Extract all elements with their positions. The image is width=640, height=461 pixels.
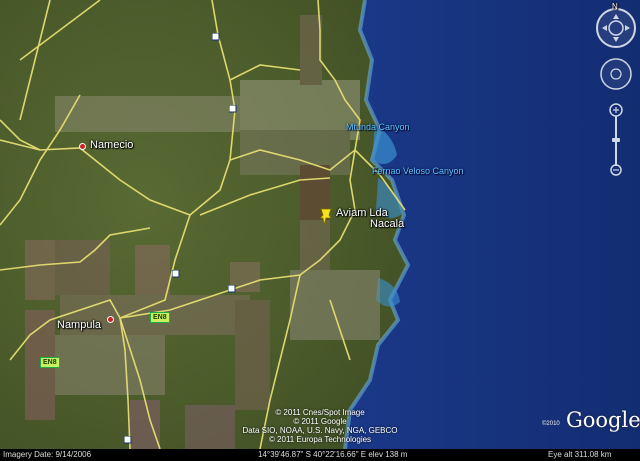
copyright-line-2: © 2011 Google [293,417,347,426]
namecio-label[interactable]: Namecio [90,139,133,151]
google-logo: Google [566,408,640,432]
nacala-label[interactable]: Nacala [370,218,404,230]
route-marker-icon [172,270,180,278]
road-shield-en8-a: EN8 [150,312,170,323]
map-view[interactable]: Namecio Nampula Mtunda Canyon Fernao Vel… [0,0,640,461]
canyon-label-2[interactable]: Fernao Veloso Canyon [372,166,464,176]
route-marker-icon [229,105,237,113]
pan-ring-icon[interactable] [600,58,632,90]
eye-altitude: Eye alt 311.08 km [548,450,612,459]
pointer-coordinates: 14°39'46.87" S 40°22'16.66" E elev 138 m [258,450,408,459]
copyright-line-1: © 2011 Cnes/Spot Image [275,408,365,417]
map-imagery [0,0,640,461]
north-indicator: N [612,2,618,11]
imagery-date: Imagery Date: 9/14/2006 [3,450,92,459]
navigation-controls[interactable] [594,6,638,176]
copyright-block: © 2011 Cnes/Spot Image © 2011 Google Dat… [240,408,400,444]
pushpin-icon[interactable] [318,207,334,227]
route-marker-icon [124,436,132,444]
copyright-line-3: Data SIO, NOAA, U.S. Navy, NGA, GEBCO [242,426,398,435]
canyon-label-1[interactable]: Mtunda Canyon [346,122,410,132]
nampula-label[interactable]: Nampula [57,319,101,331]
nampula-marker[interactable] [107,316,114,323]
zoom-slider-handle[interactable] [612,138,620,142]
copyright-line-4: © 2011 Europa Technologies [268,435,372,444]
namecio-marker[interactable] [79,143,86,150]
road-shield-en8-b: EN8 [40,357,60,368]
logo-year: ©2010 [542,421,560,427]
route-marker-icon [228,285,236,293]
route-marker-icon [212,33,220,41]
status-bar: Imagery Date: 9/14/2006 14°39'46.87" S 4… [0,449,640,461]
